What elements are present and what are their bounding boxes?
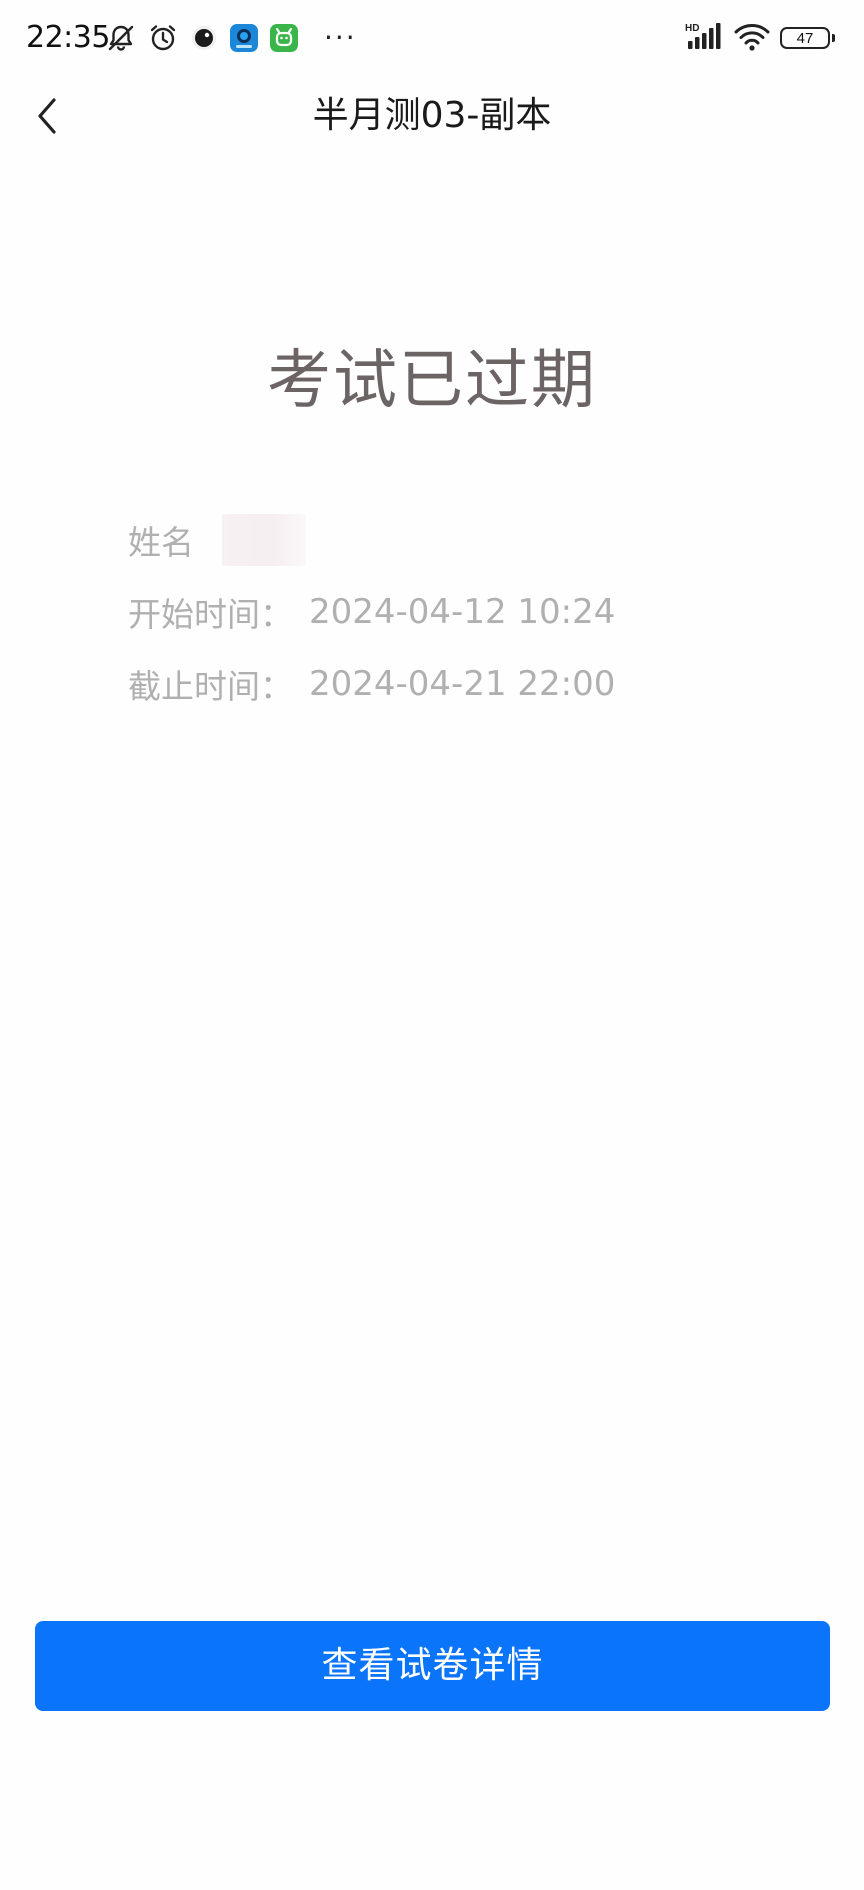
status-system-icons: HD 47 bbox=[684, 18, 835, 58]
view-exam-details-button[interactable]: 查看试卷详情 bbox=[35, 1621, 830, 1711]
signal-icon: HD bbox=[684, 21, 724, 55]
end-time-value: 2024-04-21 22:00 bbox=[309, 664, 616, 704]
status-time: 22:35 bbox=[26, 20, 110, 55]
app-blue-icon bbox=[230, 24, 258, 52]
wifi-icon bbox=[734, 21, 770, 55]
name-label: 姓名 bbox=[128, 523, 194, 562]
exam-info: 姓名 开始时间： 2024-04-12 10:24 截止时间： 2024-04-… bbox=[128, 514, 615, 730]
bell-off-icon bbox=[106, 23, 136, 53]
svg-text:HD: HD bbox=[685, 23, 699, 34]
more-notifications-icon: ··· bbox=[324, 21, 357, 54]
app-green-icon bbox=[270, 24, 298, 52]
page-title: 半月测03-副本 bbox=[312, 95, 552, 136]
name-value-masked bbox=[222, 514, 306, 566]
battery-icon: 47 bbox=[780, 27, 835, 49]
alarm-icon bbox=[148, 23, 178, 53]
end-time-label: 截止时间： bbox=[128, 667, 293, 706]
start-time-row: 开始时间： 2024-04-12 10:24 bbox=[128, 586, 615, 638]
start-time-label: 开始时间： bbox=[128, 595, 293, 634]
exam-status-heading: 考试已过期 bbox=[267, 344, 597, 418]
end-time-row: 截止时间： 2024-04-21 22:00 bbox=[128, 658, 615, 710]
name-row: 姓名 bbox=[128, 514, 615, 566]
battery-level: 47 bbox=[796, 29, 814, 47]
start-time-value: 2024-04-12 10:24 bbox=[309, 592, 616, 632]
screen: 22:35 ··· HD 47 半月测03-副本 考试已过期 姓名 开始时间： … bbox=[0, 0, 864, 1890]
status-notification-icons: ··· bbox=[106, 18, 357, 58]
status-bar: 22:35 ··· HD 47 bbox=[0, 0, 864, 76]
app-dark-circle-icon bbox=[190, 24, 218, 52]
header: 半月测03-副本 bbox=[0, 76, 864, 156]
